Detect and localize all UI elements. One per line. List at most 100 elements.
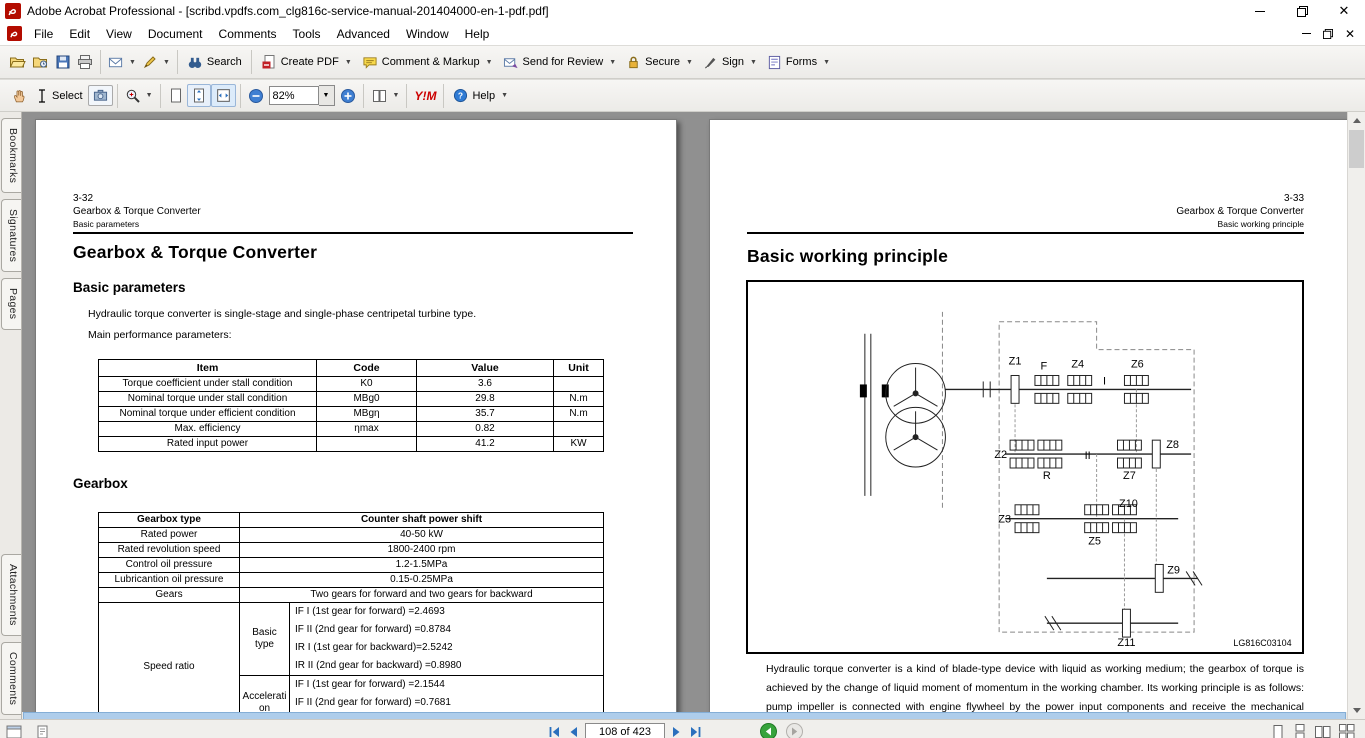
help-dropdown-arrow[interactable]: ▼	[501, 92, 508, 99]
diagram-label-z7: Z7	[1123, 470, 1136, 482]
open-button[interactable]	[6, 52, 29, 72]
view-history-buttons	[760, 720, 803, 738]
send-for-review-dropdown-arrow[interactable]: ▼	[609, 59, 616, 66]
two-up-continuous-mode-button[interactable]	[1339, 724, 1355, 738]
ibeam-cursor-icon	[36, 88, 48, 104]
menu-view[interactable]: View	[98, 24, 140, 44]
table-cell: Counter shaft power shift	[240, 513, 604, 528]
tab-comments[interactable]: Comments	[1, 642, 21, 715]
page-size-icon[interactable]	[6, 725, 22, 738]
ratio-line: IF I (1st gear for forward) =2.4693	[290, 603, 603, 621]
first-page-button[interactable]	[548, 726, 561, 738]
toolbar-separator	[251, 50, 252, 74]
horizontal-scrollbar-thumb[interactable]	[23, 712, 1346, 719]
sign-button[interactable]: Sign ▼	[698, 53, 762, 72]
secure-dropdown-arrow[interactable]: ▼	[686, 59, 693, 66]
menu-edit[interactable]: Edit	[61, 24, 98, 44]
previous-page-button[interactable]	[568, 726, 578, 738]
ratio-line: IF II (2nd gear for forward) =0.8784	[290, 621, 603, 639]
fit-width-button[interactable]	[211, 84, 236, 107]
scroll-up-button[interactable]	[1348, 112, 1365, 129]
next-view-button[interactable]	[786, 723, 803, 738]
doc-close-button[interactable]: ✕	[1345, 27, 1355, 41]
vertical-scrollbar-thumb[interactable]	[1349, 130, 1364, 168]
restore-button[interactable]	[1281, 0, 1323, 22]
page-number-input[interactable]: 108 of 423	[585, 723, 665, 738]
comment-markup-button[interactable]: Comment & Markup ▼	[357, 53, 498, 72]
sign-dropdown-arrow[interactable]: ▼	[750, 59, 757, 66]
email-button[interactable]: ▼	[105, 53, 139, 72]
open-folder-icon	[9, 54, 26, 70]
minimize-button[interactable]	[1239, 0, 1281, 22]
fit-page-button[interactable]	[187, 84, 211, 107]
print-button[interactable]	[74, 52, 96, 72]
send-for-review-button[interactable]: Send for Review ▼	[498, 53, 622, 72]
window-title: Adobe Acrobat Professional - [scribd.vpd…	[27, 4, 549, 18]
create-pdf-dropdown-arrow[interactable]: ▼	[345, 59, 352, 66]
doc-options-icon[interactable]	[36, 725, 52, 738]
doc-restore-button[interactable]	[1323, 29, 1333, 39]
help-button[interactable]: ? Help ▼	[448, 86, 513, 105]
send-review-icon	[503, 55, 519, 70]
toolbar-separator	[363, 84, 364, 108]
zoom-input[interactable]	[269, 86, 319, 105]
scroll-down-icon	[1353, 708, 1361, 713]
forms-button[interactable]: Forms ▼	[762, 53, 835, 72]
zoom-in-button[interactable]	[337, 86, 359, 106]
tab-attachments[interactable]: Attachments	[1, 554, 21, 636]
search-button[interactable]: Search	[182, 53, 247, 72]
comment-markup-dropdown-arrow[interactable]: ▼	[486, 59, 493, 66]
attach-dropdown-arrow[interactable]: ▼	[163, 59, 170, 66]
menu-comments[interactable]: Comments	[211, 24, 285, 44]
hand-tool-button[interactable]	[8, 85, 31, 106]
previous-view-button[interactable]	[760, 723, 777, 738]
ym-button[interactable]: Y!M	[411, 87, 439, 105]
close-button[interactable]: ✕	[1323, 0, 1365, 22]
menu-file[interactable]: File	[26, 24, 61, 44]
select-tool-button[interactable]: Select	[31, 86, 88, 106]
menu-help[interactable]: Help	[457, 24, 498, 44]
save-button[interactable]	[52, 52, 74, 72]
actual-size-button[interactable]	[165, 85, 187, 106]
scroll-down-button[interactable]	[1348, 702, 1365, 719]
menu-tools[interactable]: Tools	[285, 24, 329, 44]
vertical-scrollbar[interactable]	[1347, 112, 1365, 719]
email-dropdown-arrow[interactable]: ▼	[129, 59, 136, 66]
attach-button[interactable]: ▼	[139, 52, 173, 72]
organizer-button[interactable]	[29, 52, 52, 72]
header-chapter-title: Gearbox & Torque Converter	[1176, 205, 1304, 218]
page-display-dropdown-arrow[interactable]: ▼	[393, 92, 400, 99]
speed-ratio-cell: Speed ratio	[99, 603, 240, 720]
menu-window[interactable]: Window	[398, 24, 457, 44]
secure-button[interactable]: Secure ▼	[621, 53, 698, 72]
tab-pages[interactable]: Pages	[1, 278, 21, 329]
paragraph: Main performance parameters:	[88, 329, 232, 341]
menu-advanced[interactable]: Advanced	[329, 24, 398, 44]
table-header-row: Gearbox type Counter shaft power shift	[99, 513, 604, 528]
zoom-dropdown-button[interactable]: ▼	[319, 85, 335, 106]
menu-document[interactable]: Document	[140, 24, 211, 44]
forms-dropdown-arrow[interactable]: ▼	[823, 59, 830, 66]
table-cell: 3.6	[417, 377, 554, 392]
two-up-mode-button[interactable]	[1315, 724, 1331, 738]
single-page-mode-button[interactable]	[1271, 724, 1285, 738]
last-page-button[interactable]	[689, 726, 702, 738]
snapshot-tool-button[interactable]	[88, 85, 113, 106]
fit-width-icon	[215, 87, 232, 104]
zoom-out-button[interactable]	[245, 86, 267, 106]
horizontal-scrollbar[interactable]	[22, 712, 1347, 719]
table-cell: 0.82	[417, 422, 554, 437]
tab-signatures[interactable]: Signatures	[1, 199, 21, 272]
page-header: 3-33 Gearbox & Torque Converter Basic wo…	[1176, 192, 1304, 231]
tab-bookmarks[interactable]: Bookmarks	[1, 118, 21, 193]
table-cell: Gearbox type	[99, 513, 240, 528]
zoom-tool-dropdown-arrow[interactable]: ▼	[146, 92, 153, 99]
next-page-button[interactable]	[672, 726, 682, 738]
continuous-mode-button[interactable]	[1293, 724, 1307, 738]
create-pdf-button[interactable]: Create PDF ▼	[256, 52, 357, 72]
zoom-out-icon	[248, 88, 264, 104]
page-display-button[interactable]: ▼	[368, 86, 403, 106]
zoom-tool-button[interactable]: ▼	[122, 86, 156, 106]
ratio-line: IR I (1st gear for backward)=2.5242	[290, 639, 603, 657]
doc-minimize-button[interactable]	[1302, 33, 1311, 34]
